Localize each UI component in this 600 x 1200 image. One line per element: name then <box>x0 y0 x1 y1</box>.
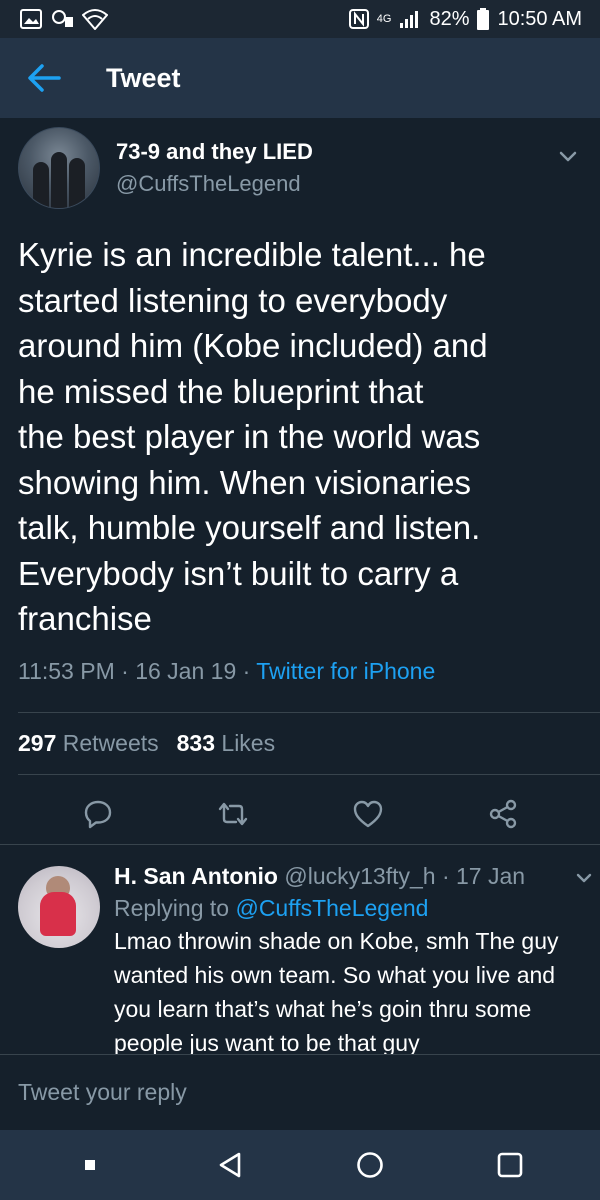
status-bar: 4G 82% 10:50 AM <box>0 0 600 38</box>
reply-body: H. San Antonio @lucky13fty_h · 17 Jan Re… <box>114 860 592 1054</box>
retweets-stat[interactable]: 297 Retweets <box>18 730 159 757</box>
replying-label: Replying to <box>114 895 230 921</box>
main-tweet: 73-9 and they LIED @CuffsTheLegend Kyrie… <box>0 118 600 685</box>
page-title: Tweet <box>106 62 181 93</box>
battery-icon <box>477 8 490 30</box>
status-left-icons <box>20 8 108 30</box>
dot-icon <box>85 1160 95 1170</box>
replying-to: Replying to @CuffsTheLegend <box>114 892 582 924</box>
reply-text: Lmao throwin shade on Kobe, smh The guy … <box>114 928 559 1054</box>
share-icon <box>489 799 516 829</box>
square-overview-icon <box>497 1152 523 1178</box>
app-header: Tweet <box>0 38 600 118</box>
reply-tweet[interactable]: H. San Antonio @lucky13fty_h · 17 Jan Re… <box>0 844 600 1054</box>
triangle-back-icon <box>219 1152 241 1178</box>
tweet-date: 16 Jan 19 <box>135 657 237 684</box>
tweet-source-link[interactable]: Twitter for iPhone <box>256 658 435 684</box>
battery-percent: 82% <box>429 7 470 30</box>
chat-notification-icon <box>52 10 73 27</box>
tweet-meta: 11:53 PM · 16 Jan 19 · Twitter for iPhon… <box>18 657 436 684</box>
author-handle[interactable]: @CuffsTheLegend <box>116 171 313 197</box>
reply-handle[interactable]: @lucky13fty_h <box>284 863 435 889</box>
tweet-time: 11:53 PM <box>18 657 115 684</box>
reply-display-name[interactable]: H. San Antonio <box>114 863 278 889</box>
composer-placeholder: Tweet your reply <box>18 1079 187 1105</box>
heart-icon <box>353 800 382 828</box>
arrow-left-icon <box>28 64 61 92</box>
clock: 10:50 AM <box>497 7 582 30</box>
tweet-stats: 297 Retweets 833 Likes <box>18 730 275 757</box>
likes-label: Likes <box>221 730 276 756</box>
signal-icon <box>400 11 419 28</box>
divider <box>18 712 600 713</box>
reply-author-avatar[interactable] <box>18 866 100 948</box>
nfc-icon <box>348 9 369 29</box>
reply-composer-input[interactable]: Tweet your reply <box>0 1054 600 1130</box>
back-button[interactable] <box>4 38 84 118</box>
nav-home-button[interactable] <box>340 1135 400 1195</box>
tweet-text: Kyrie is an incredible talent... he star… <box>18 236 488 637</box>
replying-to-link[interactable]: @CuffsTheLegend <box>235 895 428 921</box>
reply-button[interactable] <box>76 792 120 836</box>
nav-overview-button[interactable] <box>480 1135 540 1195</box>
share-button[interactable] <box>481 792 525 836</box>
retweets-label: Retweets <box>62 730 159 756</box>
reply-date: 17 Jan <box>456 863 526 889</box>
system-navbar <box>0 1130 600 1200</box>
chevron-down-icon[interactable] <box>554 142 582 170</box>
tweet-actions <box>0 786 600 842</box>
network-type: 4G <box>376 13 392 25</box>
author-avatar[interactable] <box>18 127 100 209</box>
recent-apps-dot-button[interactable] <box>60 1135 120 1195</box>
author-display-name[interactable]: 73-9 and they LIED <box>116 139 313 165</box>
status-right-icons: 4G 82% 10:50 AM <box>348 7 582 31</box>
like-button[interactable] <box>346 792 390 836</box>
chevron-down-icon[interactable] <box>572 866 596 890</box>
circle-home-icon <box>357 1152 383 1178</box>
image-notification-icon <box>20 9 42 29</box>
reply-header: H. San Antonio @lucky13fty_h · 17 Jan <box>114 863 526 889</box>
divider <box>18 774 600 775</box>
retweet-icon <box>218 802 247 826</box>
comment-icon <box>84 800 111 829</box>
retweet-button[interactable] <box>211 792 255 836</box>
nav-back-button[interactable] <box>200 1135 260 1195</box>
wifi-icon <box>82 9 108 30</box>
retweets-count: 297 <box>18 730 57 756</box>
likes-count: 833 <box>176 730 216 756</box>
author-names: 73-9 and they LIED @CuffsTheLegend <box>116 139 313 197</box>
tweet-author-row: 73-9 and they LIED @CuffsTheLegend <box>18 118 582 218</box>
likes-stat[interactable]: 833 Likes <box>177 730 275 757</box>
